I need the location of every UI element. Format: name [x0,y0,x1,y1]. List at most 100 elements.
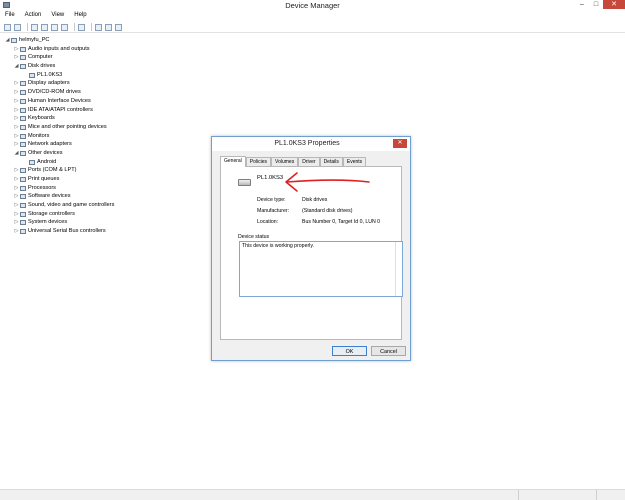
tree-row[interactable]: ▷ DVD/CD-ROM drives [0,88,200,97]
device-category-icon [20,116,26,122]
expand-toggle-icon[interactable]: ▷ [14,53,19,62]
expand-toggle-icon[interactable]: ▷ [14,79,19,88]
tree-row[interactable]: ◢ helmyfu_PC [0,36,200,45]
device-status-textbox[interactable]: This device is working properly. [239,241,403,297]
expand-toggle-icon[interactable]: ▷ [14,201,19,210]
tree-row[interactable]: ▷ Sound, video and game controllers [0,201,200,210]
device-category-icon [20,107,26,113]
tree-row[interactable]: ▷ Universal Serial Bus controllers [0,227,200,236]
expand-toggle-icon[interactable]: ▷ [14,106,19,115]
red-arrow-annotation [285,172,370,192]
device-category-icon [20,133,26,139]
tree-row[interactable]: ▷ IDE ATA/ATAPI controllers [0,106,200,115]
tree-row[interactable]: ▷ Software devices [0,192,200,201]
device-category-icon [20,194,26,200]
tree-row[interactable]: ▷ Ports (COM & LPT) [0,166,200,175]
scan-hardware-icon[interactable] [95,23,102,31]
expand-toggle-icon[interactable]: ▷ [14,210,19,219]
expand-toggle-icon[interactable]: ▷ [14,97,19,106]
action-pane-icon[interactable] [61,23,68,31]
tree-row[interactable]: ▷ Keyboards [0,114,200,123]
tree-row[interactable]: ▷ System devices [0,218,200,227]
tree-row[interactable]: ▷ Audio inputs and outputs [0,45,200,54]
expand-toggle-icon[interactable]: ▷ [14,166,19,175]
tree-row[interactable]: ◢ Disk drives [0,62,200,71]
expand-toggle-icon[interactable]: ◢ [5,36,10,45]
back-icon[interactable] [4,23,11,31]
tree-row[interactable]: ▷ Storage controllers [0,210,200,219]
toolbar-separator [74,23,75,31]
status-scrollbar[interactable] [395,242,402,296]
tree-row[interactable]: ▷ Print queues [0,175,200,184]
tree-row[interactable]: ▷ Processors [0,184,200,193]
enable-device-icon[interactable] [115,23,122,31]
menu-bar: File Action View Help [0,11,625,21]
expand-toggle-icon[interactable]: ◢ [14,62,19,71]
device-status-text: This device is working properly. [242,243,314,249]
properties-icon[interactable] [41,23,48,31]
toolbar [0,22,625,33]
close-button[interactable]: ✕ [603,0,625,9]
menu-action[interactable]: Action [20,11,47,21]
tree-row[interactable]: ▷ Display adapters [0,79,200,88]
device-category-icon [20,150,26,156]
expand-toggle-icon[interactable]: ▷ [14,88,19,97]
tree-row[interactable]: Android [0,158,200,167]
tree-item-label: Processors [28,184,56,191]
dialog-title-bar: PL1.0KS3 Properties ✕ [212,137,410,151]
expand-toggle-icon[interactable]: ▷ [14,114,19,123]
tree-row[interactable]: ▷ Monitors [0,132,200,141]
ok-button[interactable]: OK [332,346,367,356]
menu-file[interactable]: File [0,11,20,21]
menu-view[interactable]: View [46,11,69,21]
menu-help[interactable]: Help [69,11,91,21]
tree-row[interactable]: ▷ Mice and other pointing devices [0,123,200,132]
device-category-icon [20,55,26,61]
show-hide-tree-icon[interactable] [31,23,38,31]
arrow-shaft [286,179,370,183]
expand-toggle-icon[interactable]: ▷ [14,227,19,236]
cancel-button[interactable]: Cancel [371,346,406,356]
device-category-icon [20,177,26,182]
tab-general[interactable]: General [220,156,246,167]
manufacturer-value: (Standard disk drives) [302,208,353,214]
expand-toggle-icon[interactable]: ▷ [14,218,19,227]
tree-item-label: System devices [28,219,68,226]
help-icon[interactable] [51,23,58,31]
status-bar [0,489,625,500]
device-category-icon [20,220,26,226]
tree-item-label: IDE ATA/ATAPI controllers [28,106,93,113]
device-type-label: Device type: [257,197,286,203]
tree-row[interactable]: ◢ Other devices [0,149,200,158]
tree-item-label: Mice and other pointing devices [28,123,107,130]
expand-toggle-icon[interactable]: ▷ [14,45,19,54]
tree-row[interactable]: ▷ Network adapters [0,140,200,149]
dialog-close-button[interactable]: ✕ [393,139,407,148]
expand-toggle-icon[interactable]: ▷ [14,132,19,141]
expand-toggle-icon[interactable]: ▷ [14,184,19,193]
forward-icon[interactable] [14,23,21,31]
tree-item-label: Disk drives [28,63,56,70]
device-category-icon [20,142,26,148]
tree-item-label: Other devices [28,149,63,156]
tree-row[interactable]: ▷ Human Interface Devices [0,97,200,106]
tree-row[interactable]: PL1.0KS3 [0,71,200,80]
expand-toggle-icon[interactable]: ◢ [14,149,19,158]
device-category-icon [20,81,26,87]
minimize-button[interactable]: – [575,0,589,9]
tree-item-label: Print queues [28,176,60,182]
update-driver-icon[interactable] [78,23,85,31]
tree-item-label: Android [37,158,57,165]
expand-toggle-icon[interactable]: ▷ [14,192,19,201]
expand-toggle-icon[interactable]: ▷ [14,175,19,184]
device-category-icon [20,90,26,96]
tree-item-label: helmyfu_PC [19,37,50,43]
maximize-button[interactable]: □ [589,0,603,9]
device-category-icon [20,185,26,191]
expand-toggle-icon[interactable]: ▷ [14,123,19,132]
status-divider [596,490,597,500]
device-category-icon [29,159,35,165]
tree-row[interactable]: ▷ Computer [0,53,200,62]
uninstall-icon[interactable] [105,23,112,31]
expand-toggle-icon[interactable]: ▷ [14,140,19,149]
